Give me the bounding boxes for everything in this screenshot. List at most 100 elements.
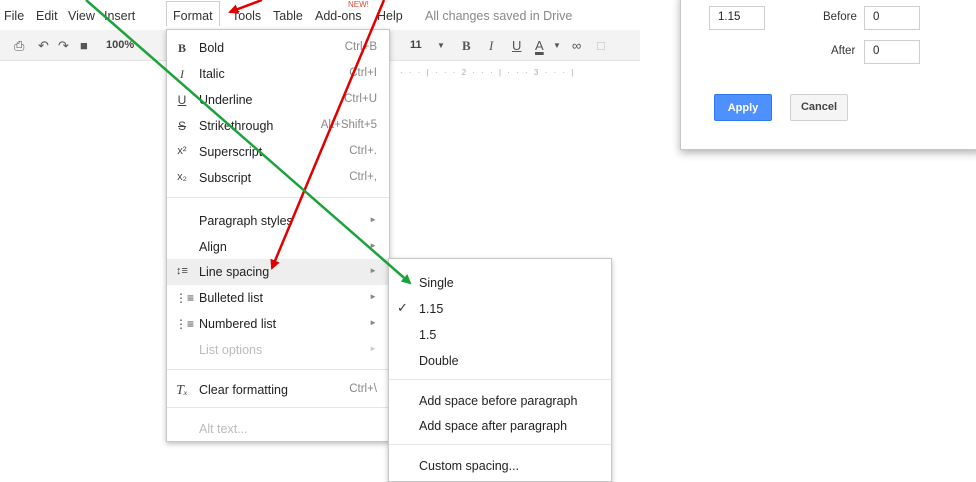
shortcut-label: Ctrl+\ <box>349 383 377 395</box>
menu-divider <box>167 197 389 198</box>
menu-item-label: Bulleted list <box>199 291 263 305</box>
custom-spacing-dialog: 1.15 Before 0 After 0 Apply Cancel <box>680 0 976 150</box>
paint-format-icon[interactable]: ■ <box>80 38 88 53</box>
menu-insert[interactable]: Insert <box>104 9 135 23</box>
menu-divider <box>167 369 389 370</box>
text-color-dropdown-icon[interactable]: ▼ <box>553 41 561 50</box>
superscript-icon: x² <box>177 145 187 157</box>
menu-item-paragraph-styles[interactable]: Paragraph styles ► <box>167 208 389 234</box>
submenu-arrow-icon: ► <box>369 292 377 301</box>
print-icon[interactable]: ⎙ <box>14 38 24 54</box>
submenu-arrow-icon: ► <box>369 241 377 250</box>
menu-item-bold[interactable]: B Bold Ctrl+B <box>167 35 389 61</box>
redo-icon[interactable]: ↷ <box>58 38 69 54</box>
menu-item-label: Align <box>199 240 227 254</box>
menu-item-underline[interactable]: U Underline Ctrl+U <box>167 87 389 113</box>
menu-item-superscript[interactable]: x² Superscript Ctrl+. <box>167 139 389 165</box>
menu-help[interactable]: Help <box>377 9 403 23</box>
menu-item-numbered-list[interactable]: ⋮≡ Numbered list ► <box>167 311 389 337</box>
menu-item-label: Add space after paragraph <box>419 419 568 433</box>
font-size-select[interactable]: 11 <box>410 39 422 51</box>
menu-item-label: Strikethrough <box>199 119 274 133</box>
shortcut-label: Alt+Shift+5 <box>320 119 377 131</box>
line-spacing-submenu: Single ✓ 1.15 1.5 Double Add space befor… <box>388 258 612 482</box>
menu-item-label: Add space before paragraph <box>419 394 578 408</box>
menu-item-line-spacing[interactable]: ↕≡ Line spacing ► <box>167 259 389 285</box>
zoom-select[interactable]: 100% <box>106 39 134 51</box>
menu-item-label: 1.5 <box>419 328 437 342</box>
after-label: After <box>831 45 856 57</box>
shortcut-label: Ctrl+B <box>344 41 377 53</box>
line-spacing-1-5[interactable]: 1.5 <box>389 321 611 347</box>
menu-edit[interactable]: Edit <box>36 9 58 23</box>
line-spacing-field[interactable]: 1.15 <box>709 6 765 30</box>
menu-item-italic[interactable]: I Italic Ctrl+I <box>167 61 389 87</box>
menu-item-align[interactable]: Align ► <box>167 234 389 260</box>
menu-item-list-options: List options ► <box>167 337 389 363</box>
comment-icon[interactable]: □ <box>597 38 605 53</box>
new-badge: NEW! <box>348 0 369 9</box>
menu-item-label: Numbered list <box>199 317 277 331</box>
font-size-dropdown-icon[interactable]: ▼ <box>437 41 445 50</box>
submenu-arrow-icon: ► <box>369 266 377 275</box>
subscript-icon: x₂ <box>177 171 187 183</box>
add-space-after-paragraph[interactable]: Add space after paragraph <box>389 412 611 438</box>
menu-divider <box>389 444 611 445</box>
shortcut-label: Ctrl+I <box>349 67 377 79</box>
bold-icon: B <box>177 41 186 55</box>
space-after-field[interactable]: 0 <box>864 40 920 64</box>
menu-item-label: List options <box>199 343 263 357</box>
menu-item-label: Single <box>419 276 454 290</box>
menu-item-alt-text: Alt text... <box>167 416 389 442</box>
underline-icon[interactable]: U <box>512 38 521 53</box>
menu-item-clear-formatting[interactable]: Tₓ Clear formatting Ctrl+\ <box>167 377 389 403</box>
submenu-arrow-icon: ► <box>369 318 377 327</box>
menu-view[interactable]: View <box>68 9 95 23</box>
menu-item-label: Bold <box>199 41 225 55</box>
line-spacing-single[interactable]: Single <box>389 269 611 295</box>
submenu-arrow-icon: ► <box>369 215 377 224</box>
menu-item-label: Clear formatting <box>199 383 288 397</box>
menu-add-ons[interactable]: Add-ons <box>315 9 362 23</box>
before-label: Before <box>823 11 857 23</box>
menu-item-label: Paragraph styles <box>199 214 293 228</box>
menu-item-label: Custom spacing... <box>419 459 520 473</box>
menu-item-label: Double <box>419 354 459 368</box>
checkmark-icon: ✓ <box>397 300 408 315</box>
menu-item-label: 1.15 <box>419 302 444 316</box>
bold-icon[interactable]: B <box>462 38 471 54</box>
clear-formatting-icon: Tₓ <box>176 383 188 398</box>
cancel-button[interactable]: Cancel <box>790 94 848 121</box>
text-color-icon[interactable]: A <box>535 38 544 53</box>
line-spacing-icon: ↕≡ <box>176 265 188 277</box>
menu-item-bulleted-list[interactable]: ⋮≡ Bulleted list ► <box>167 285 389 311</box>
line-spacing-double[interactable]: Double <box>389 347 611 373</box>
menu-item-subscript[interactable]: x₂ Subscript Ctrl+, <box>167 165 389 191</box>
menu-tools[interactable]: Tools <box>232 9 261 23</box>
menu-item-strikethrough[interactable]: S Strikethrough Alt+Shift+5 <box>167 113 389 139</box>
menu-table[interactable]: Table <box>273 9 303 23</box>
save-status: All changes saved in Drive <box>425 9 573 23</box>
menu-item-label: Underline <box>199 93 253 107</box>
undo-icon[interactable]: ↶ <box>38 38 49 54</box>
italic-icon: I <box>180 67 184 81</box>
menu-divider <box>167 407 389 408</box>
format-menu: B Bold Ctrl+B I Italic Ctrl+I U Underlin… <box>166 29 390 442</box>
menu-format[interactable]: Format <box>166 1 220 26</box>
italic-icon[interactable]: I <box>489 38 493 54</box>
apply-button[interactable]: Apply <box>714 94 772 121</box>
menu-item-label: Line spacing <box>199 265 270 279</box>
add-space-before-paragraph[interactable]: Add space before paragraph <box>389 387 611 413</box>
menu-item-label: Superscript <box>199 145 263 159</box>
link-icon[interactable]: ∞ <box>572 38 581 53</box>
menu-item-label: Italic <box>199 67 225 81</box>
space-before-field[interactable]: 0 <box>864 6 920 30</box>
shortcut-label: Ctrl+. <box>349 145 377 157</box>
line-spacing-1-15[interactable]: ✓ 1.15 <box>389 295 611 321</box>
ruler: · · · | · · · 2 · · · | · · · 3 · · · | <box>400 68 576 77</box>
menu-file[interactable]: File <box>4 9 24 23</box>
strikethrough-icon: S <box>177 119 186 133</box>
custom-spacing[interactable]: Custom spacing... <box>389 452 611 478</box>
menu-item-label: Alt text... <box>199 422 248 436</box>
submenu-arrow-icon: ► <box>369 344 377 353</box>
